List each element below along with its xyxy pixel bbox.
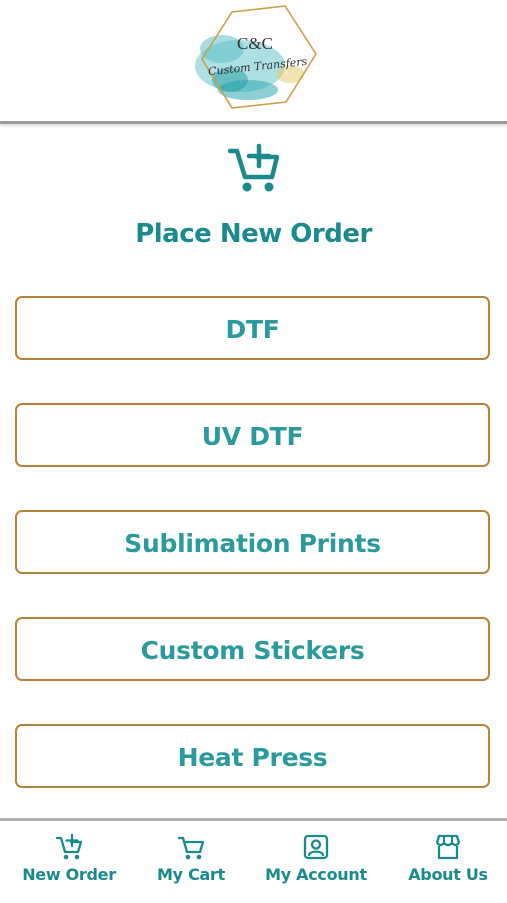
nav-label-my-account: My Account	[265, 865, 367, 884]
nav-about-us[interactable]: About Us	[398, 821, 498, 900]
heat-press-button[interactable]: Heat Press	[15, 724, 490, 788]
account-icon	[303, 834, 329, 860]
nav-label-new-order: New Order	[22, 865, 116, 884]
nav-label-my-cart: My Cart	[157, 865, 225, 884]
sublimation-prints-button[interactable]: Sublimation Prints	[15, 510, 490, 574]
store-icon	[435, 834, 461, 860]
page-title: Place New Order	[135, 219, 372, 249]
cart-plus-icon	[55, 833, 83, 860]
logo-text-cc: C&C	[237, 34, 273, 53]
uv-dtf-button[interactable]: UV DTF	[15, 403, 490, 467]
nav-my-cart[interactable]: My Cart	[141, 821, 241, 900]
nav-new-order[interactable]: New Order	[14, 821, 124, 900]
bottom-nav: New Order My Cart My Account About Us	[0, 818, 507, 903]
brand-logo: C&C Custom Transfers	[195, 5, 317, 109]
dtf-button[interactable]: DTF	[15, 296, 490, 360]
nav-my-account[interactable]: My Account	[262, 821, 370, 900]
app-header: C&C Custom Transfers	[0, 0, 507, 124]
custom-stickers-button[interactable]: Custom Stickers	[15, 617, 490, 681]
cart-plus-icon	[227, 143, 280, 192]
cart-icon	[177, 836, 205, 860]
nav-label-about-us: About Us	[408, 865, 488, 884]
